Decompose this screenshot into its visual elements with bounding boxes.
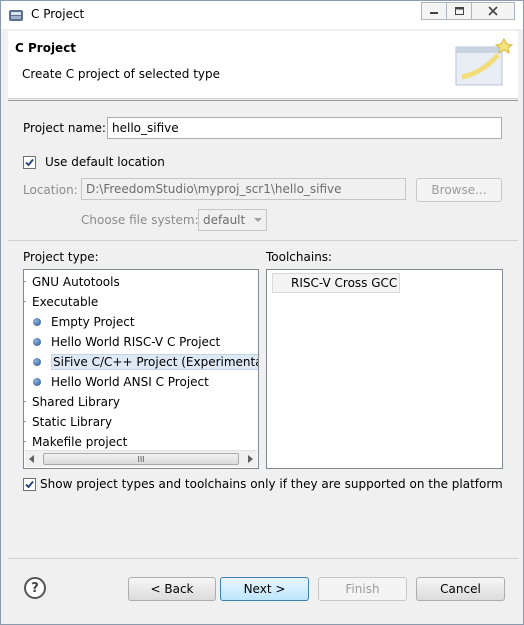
browse-button[interactable]: Browse...: [416, 178, 502, 202]
help-icon: ?: [31, 580, 39, 596]
banner-divider: [8, 100, 518, 101]
tree-item-sifive-project[interactable]: SiFive C/C++ Project (Experimental): [28, 352, 258, 372]
project-name-label: Project name:: [23, 121, 106, 135]
tree-item-label: Static Library: [32, 415, 113, 429]
banner-title: C Project: [15, 41, 77, 55]
help-button[interactable]: ?: [24, 577, 46, 599]
tree-connector: [24, 281, 26, 282]
tree-item-label: Executable: [32, 295, 99, 309]
location-input[interactable]: D:\FreedomStudio\myproj_scr1\hello_sifiv…: [81, 178, 406, 200]
finish-button[interactable]: Finish: [318, 577, 407, 601]
location-label: Location:: [23, 183, 78, 197]
tree-item-label: Hello World RISC-V C Project: [51, 335, 221, 349]
tree-item-shared-library[interactable]: Shared Library: [24, 392, 120, 412]
wizard-banner: C Project Create C project of selected t…: [8, 31, 518, 99]
tree-item-label: Hello World ANSI C Project: [51, 375, 209, 389]
scrollbar-thumb[interactable]: III: [43, 453, 239, 465]
use-default-location-label: Use default location: [45, 155, 165, 169]
title-bar: C Project: [1, 1, 523, 29]
back-button[interactable]: < Back: [128, 577, 216, 601]
tree-item-static-library[interactable]: Static Library: [24, 412, 112, 432]
restore-icon: [455, 7, 464, 15]
tree-item-makefile-project[interactable]: Makefile project: [24, 432, 127, 452]
horizontal-scrollbar[interactable]: III: [25, 450, 257, 467]
tree-item-hello-world-riscv[interactable]: Hello World RISC-V C Project: [28, 332, 220, 352]
filter-supported-label: Show project types and toolchains only i…: [40, 477, 503, 491]
tree-item-empty-project[interactable]: Empty Project: [28, 312, 135, 332]
tree-item-label: SiFive C/C++ Project (Experimental): [51, 354, 258, 370]
chevron-down-icon: [254, 218, 262, 222]
toolchain-item-riscv-gcc[interactable]: RISC-V Cross GCC: [272, 273, 401, 293]
restore-button[interactable]: [446, 2, 472, 20]
close-icon: [488, 6, 498, 16]
tree-connector: [24, 301, 26, 302]
tree-item-label: GNU Autotools: [32, 275, 120, 289]
project-template-icon: [33, 378, 41, 386]
close-button[interactable]: [471, 2, 515, 20]
tree-item-label: Makefile project: [32, 435, 128, 449]
check-icon: [25, 480, 34, 489]
eclipse-wizard-icon: [9, 10, 23, 21]
file-system-value: default: [203, 213, 246, 227]
footer-divider: [8, 558, 518, 559]
toolchains-list[interactable]: RISC-V Cross GCC: [266, 269, 503, 469]
scroll-right-icon[interactable]: [248, 455, 253, 463]
toolchains-label: Toolchains:: [266, 250, 333, 264]
next-button[interactable]: Next >: [220, 577, 309, 601]
use-default-location-checkbox[interactable]: [23, 156, 36, 169]
tree-item-executable[interactable]: Executable: [24, 292, 98, 312]
scroll-grip: III: [137, 454, 145, 464]
file-system-label: Choose file system:: [81, 213, 199, 227]
tree-item-label: Shared Library: [32, 395, 121, 409]
c-project-dialog: C Project C Project Create C project of …: [0, 0, 524, 625]
tree-connector: [24, 421, 26, 422]
new-project-wizard-icon: [455, 38, 514, 86]
project-template-icon: [33, 358, 41, 366]
file-system-select[interactable]: default: [198, 209, 267, 231]
tree-item-label: Empty Project: [51, 315, 135, 329]
project-template-icon: [33, 338, 41, 346]
section-divider: [8, 240, 518, 241]
tree-item-gnu-autotools[interactable]: GNU Autotools: [24, 272, 120, 292]
tree-connector: [24, 401, 26, 402]
window-title: C Project: [31, 7, 85, 21]
project-type-tree[interactable]: GNU Autotools Executable Empty Project H…: [23, 269, 259, 469]
banner-subtitle: Create C project of selected type: [22, 67, 220, 81]
project-template-icon: [33, 318, 41, 326]
tree-connector: [24, 441, 26, 442]
filter-supported-checkbox[interactable]: [23, 478, 36, 491]
cancel-button[interactable]: Cancel: [416, 577, 505, 601]
project-type-label: Project type:: [23, 250, 99, 264]
minimize-button[interactable]: [421, 2, 447, 20]
tree-item-hello-world-ansi-c[interactable]: Hello World ANSI C Project: [28, 372, 209, 392]
project-name-input[interactable]: hello_sifive: [107, 117, 502, 139]
minimize-icon: [430, 12, 438, 14]
scroll-left-icon[interactable]: [29, 455, 34, 463]
check-icon: [25, 158, 34, 167]
